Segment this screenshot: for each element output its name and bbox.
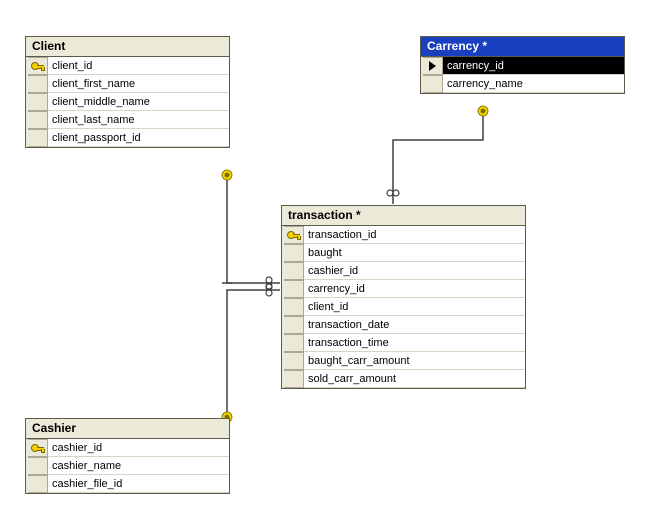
field-row[interactable]: cashier_file_id xyxy=(26,475,229,493)
field-name: client_first_name xyxy=(48,75,229,93)
field-name: sold_carr_amount xyxy=(304,370,525,388)
row-pointer-icon xyxy=(423,57,443,75)
rel-carrency-transaction xyxy=(387,106,488,204)
field-name: client_last_name xyxy=(48,111,229,129)
table-client[interactable]: Client client_id client_first_name clien… xyxy=(25,36,230,148)
field-row[interactable]: client_id xyxy=(282,298,525,316)
table-body-cashier: cashier_id cashier_name cashier_file_id xyxy=(26,439,229,493)
field-row[interactable]: carrency_id xyxy=(282,280,525,298)
table-body-client: client_id client_first_name client_middl… xyxy=(26,57,229,147)
field-name: cashier_file_id xyxy=(48,475,229,493)
table-cashier[interactable]: Cashier cashier_id cashier_name cashier_… xyxy=(25,418,230,494)
field-row[interactable]: client_middle_name xyxy=(26,93,229,111)
table-title-client[interactable]: Client xyxy=(26,37,229,57)
field-icon xyxy=(284,280,304,298)
key-icon xyxy=(28,439,48,457)
field-icon xyxy=(284,298,304,316)
field-row[interactable]: transaction_id xyxy=(282,226,525,244)
table-body-carrency: carrency_id carrency_name xyxy=(421,57,624,93)
field-name: client_id xyxy=(48,57,229,75)
field-icon xyxy=(28,129,48,147)
rel-cashier-transaction xyxy=(222,284,280,422)
field-icon xyxy=(28,75,48,93)
field-name: carrency_id xyxy=(443,57,624,75)
field-row[interactable]: sold_carr_amount xyxy=(282,370,525,388)
table-transaction[interactable]: transaction * transaction_id baught cash… xyxy=(281,205,526,389)
table-title-carrency[interactable]: Carrency * xyxy=(421,37,624,57)
field-name: transaction_date xyxy=(304,316,525,334)
key-icon xyxy=(284,226,304,244)
field-name: baught_carr_amount xyxy=(304,352,525,370)
field-row[interactable]: baught xyxy=(282,244,525,262)
field-row[interactable]: cashier_id xyxy=(26,439,229,457)
field-row[interactable]: carrency_name xyxy=(421,75,624,93)
field-icon xyxy=(28,93,48,111)
field-row[interactable]: client_id xyxy=(26,57,229,75)
field-name: carrency_id xyxy=(304,280,525,298)
table-carrency[interactable]: Carrency * carrency_id carrency_name xyxy=(420,36,625,94)
field-name: baught xyxy=(304,244,525,262)
field-name: carrency_name xyxy=(443,75,624,93)
field-name: client_middle_name xyxy=(48,93,229,111)
field-icon xyxy=(423,75,443,93)
er-diagram-canvas: Client client_id client_first_name clien… xyxy=(0,0,659,525)
field-icon xyxy=(284,244,304,262)
field-row[interactable]: carrency_id xyxy=(421,57,624,75)
key-icon xyxy=(28,57,48,75)
table-body-transaction: transaction_id baught cashier_id carrenc… xyxy=(282,226,525,388)
table-title-transaction[interactable]: transaction * xyxy=(282,206,525,226)
field-row[interactable]: cashier_id xyxy=(282,262,525,280)
field-row[interactable]: client_passport_id xyxy=(26,129,229,147)
field-icon xyxy=(284,334,304,352)
field-name: cashier_id xyxy=(304,262,525,280)
field-row[interactable]: client_last_name xyxy=(26,111,229,129)
field-icon xyxy=(28,475,48,493)
field-name: transaction_id xyxy=(304,226,525,244)
field-name: transaction_time xyxy=(304,334,525,352)
field-row[interactable]: transaction_date xyxy=(282,316,525,334)
field-row[interactable]: transaction_time xyxy=(282,334,525,352)
field-name: client_id xyxy=(304,298,525,316)
field-icon xyxy=(284,316,304,334)
field-name: client_passport_id xyxy=(48,129,229,147)
field-icon xyxy=(28,111,48,129)
field-row[interactable]: cashier_name xyxy=(26,457,229,475)
field-icon xyxy=(284,370,304,388)
field-icon xyxy=(284,262,304,280)
table-title-cashier[interactable]: Cashier xyxy=(26,419,229,439)
field-row[interactable]: client_first_name xyxy=(26,75,229,93)
rel-client-transaction xyxy=(222,170,280,289)
field-icon xyxy=(28,457,48,475)
field-name: cashier_id xyxy=(48,439,229,457)
field-row[interactable]: baught_carr_amount xyxy=(282,352,525,370)
field-icon xyxy=(284,352,304,370)
field-name: cashier_name xyxy=(48,457,229,475)
